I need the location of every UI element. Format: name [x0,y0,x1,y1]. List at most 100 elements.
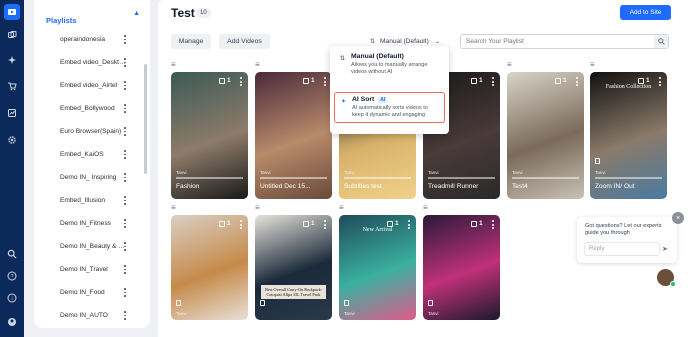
product-count: 1 [387,220,399,227]
video-overlay-text: New Arrival [362,227,393,233]
sidebar-playlist-item[interactable]: Embed video_Desktop [34,51,144,74]
kebab-menu-icon[interactable] [122,104,128,113]
sidebar-playlist-item[interactable]: Embed video_Airtel [34,74,144,97]
drag-handle-icon[interactable]: ≡ [171,61,176,69]
send-icon[interactable]: ➤ [662,245,668,253]
sidebar-playlist-item[interactable]: operaindonesia [34,28,144,51]
ai-badge: AI [378,96,388,103]
product-count-value: 1 [395,220,399,227]
kebab-menu-icon[interactable] [324,220,327,229]
sidebar-scrollbar[interactable] [144,64,147,174]
kebab-menu-icon[interactable] [122,150,128,159]
shopping-bag-icon [471,77,477,84]
kebab-menu-icon[interactable] [122,127,128,136]
kebab-menu-icon[interactable] [122,288,128,297]
kebab-menu-icon[interactable] [122,58,128,67]
chevron-up-icon[interactable]: ▲ [133,10,140,17]
video-card[interactable]: 1 Best Overall Carry-On Backpack: Cotopax… [255,215,332,320]
video-card[interactable]: 1 Tanvi Test4 [507,72,584,199]
kebab-menu-icon[interactable] [240,77,243,86]
video-card[interactable]: 1 Tanvi [423,215,500,320]
sidebar-playlist-item[interactable]: Demo IN_ Inspiring [34,166,144,189]
help-icon[interactable]: ? [4,268,20,284]
product-count: 1 [303,77,315,84]
sidebar-playlist-item[interactable]: Demo IN_Travel [34,258,144,281]
playlists-header[interactable]: Playlists ▲ [46,10,140,25]
sidebar-playlist-item[interactable]: Demo IN_Fitness [34,212,144,235]
product-count-value: 1 [479,220,483,227]
sidebar-playlist-item[interactable]: Euro Browser(Spain) [34,120,144,143]
shopping-bag-icon [303,220,309,227]
add-to-site-button[interactable]: Add to Site [620,5,671,20]
playlist-sidebar: Playlists ▲ operaindonesia Embed video_De… [34,0,150,328]
sidebar-playlist-item[interactable]: Embed_Bollywood [34,97,144,120]
playlist-name: Demo IN_Food [60,289,105,296]
product-count-value: 1 [227,77,231,84]
chat-widget: Got questions? Let our experts guide you… [577,217,677,263]
video-author: Tanvi [176,170,187,175]
kebab-menu-icon[interactable] [122,196,128,205]
video-card[interactable]: 1 New Arrival Tanvi [339,215,416,320]
close-icon[interactable]: × [672,212,684,224]
video-author: Tanvi [595,170,606,175]
add-videos-button[interactable]: Add Videos [219,34,270,49]
sidebar-playlist-item[interactable]: Demo IN_AUTO [34,304,144,327]
playlist-name: Demo IN_Travel [60,266,108,273]
settings-icon[interactable] [4,132,20,148]
kebab-menu-icon[interactable] [122,35,128,44]
video-card[interactable]: 1 Fashion Collection Tanvi Zoom IN/ Out [590,72,667,199]
drag-handle-icon[interactable]: ≡ [171,204,176,212]
kebab-menu-icon[interactable] [492,220,495,229]
video-card[interactable]: 1 Tanvi Untitled Dec 15... [255,72,332,199]
analytics-icon[interactable] [4,105,20,121]
stories-icon[interactable] [4,27,20,43]
product-count: 1 [219,77,231,84]
kebab-menu-icon[interactable] [122,265,128,274]
kebab-menu-icon[interactable] [122,81,128,90]
info-icon[interactable]: i [4,290,20,306]
sidebar-playlist-item[interactable]: Embed_Illusion [34,189,144,212]
sparkle-icon[interactable] [4,52,20,68]
drag-handle-icon[interactable]: ≡ [590,61,595,69]
option-title: AI Sort [352,96,375,103]
kebab-menu-icon[interactable] [324,77,327,86]
product-count-value: 1 [563,77,567,84]
search-input[interactable] [466,38,646,45]
manage-button[interactable]: Manage [171,34,211,49]
video-progress [260,177,327,179]
drag-handle-icon[interactable]: ≡ [339,204,344,212]
profile-icon[interactable] [4,314,20,330]
kebab-menu-icon[interactable] [122,311,128,320]
cart-icon[interactable] [4,78,20,94]
video-card[interactable]: 1 Tanvi Fashion [171,72,248,199]
kebab-menu-icon[interactable] [240,220,243,229]
kebab-menu-icon[interactable] [122,242,128,251]
kebab-menu-icon[interactable] [122,219,128,228]
playlist-search[interactable] [460,34,669,49]
drag-handle-icon[interactable]: ≡ [255,204,260,212]
playlist-icon[interactable] [4,4,20,20]
kebab-menu-icon[interactable] [576,77,579,86]
chat-reply-input[interactable]: Reply [584,242,660,256]
drag-handle-icon[interactable]: ≡ [255,61,260,69]
video-progress [176,177,243,179]
drag-handle-icon[interactable]: ≡ [507,61,512,69]
sidebar-playlist-item[interactable]: Embed_KaiOS [34,143,144,166]
video-card[interactable]: 1 Tanvi [171,215,248,320]
shopping-bag-icon [471,220,477,227]
video-overlay-text: Best Overall Carry-On Backpack: Cotopaxi… [261,285,326,299]
video-author: Tanvi [512,170,523,175]
kebab-menu-icon[interactable] [492,77,495,86]
video-title: Zoom IN/ Out [595,183,635,190]
shopping-bag-icon [303,77,309,84]
drag-handle-icon[interactable]: ≡ [423,204,428,212]
video-author: Tanvi [428,170,439,175]
search-icon[interactable] [4,246,20,262]
sort-option-manual[interactable]: ⇅ Manual (Default) Allows you to manuall… [334,50,445,79]
search-icon[interactable] [654,35,668,48]
sidebar-playlist-item[interactable]: Demo IN_Food [34,281,144,304]
shopping-bag-icon [555,77,561,84]
sort-option-ai[interactable]: ✦ AI Sort AI AI automatically sorts vide… [334,92,445,123]
sidebar-playlist-item[interactable]: Demo IN_Beauty & More [34,235,144,258]
kebab-menu-icon[interactable] [122,173,128,182]
